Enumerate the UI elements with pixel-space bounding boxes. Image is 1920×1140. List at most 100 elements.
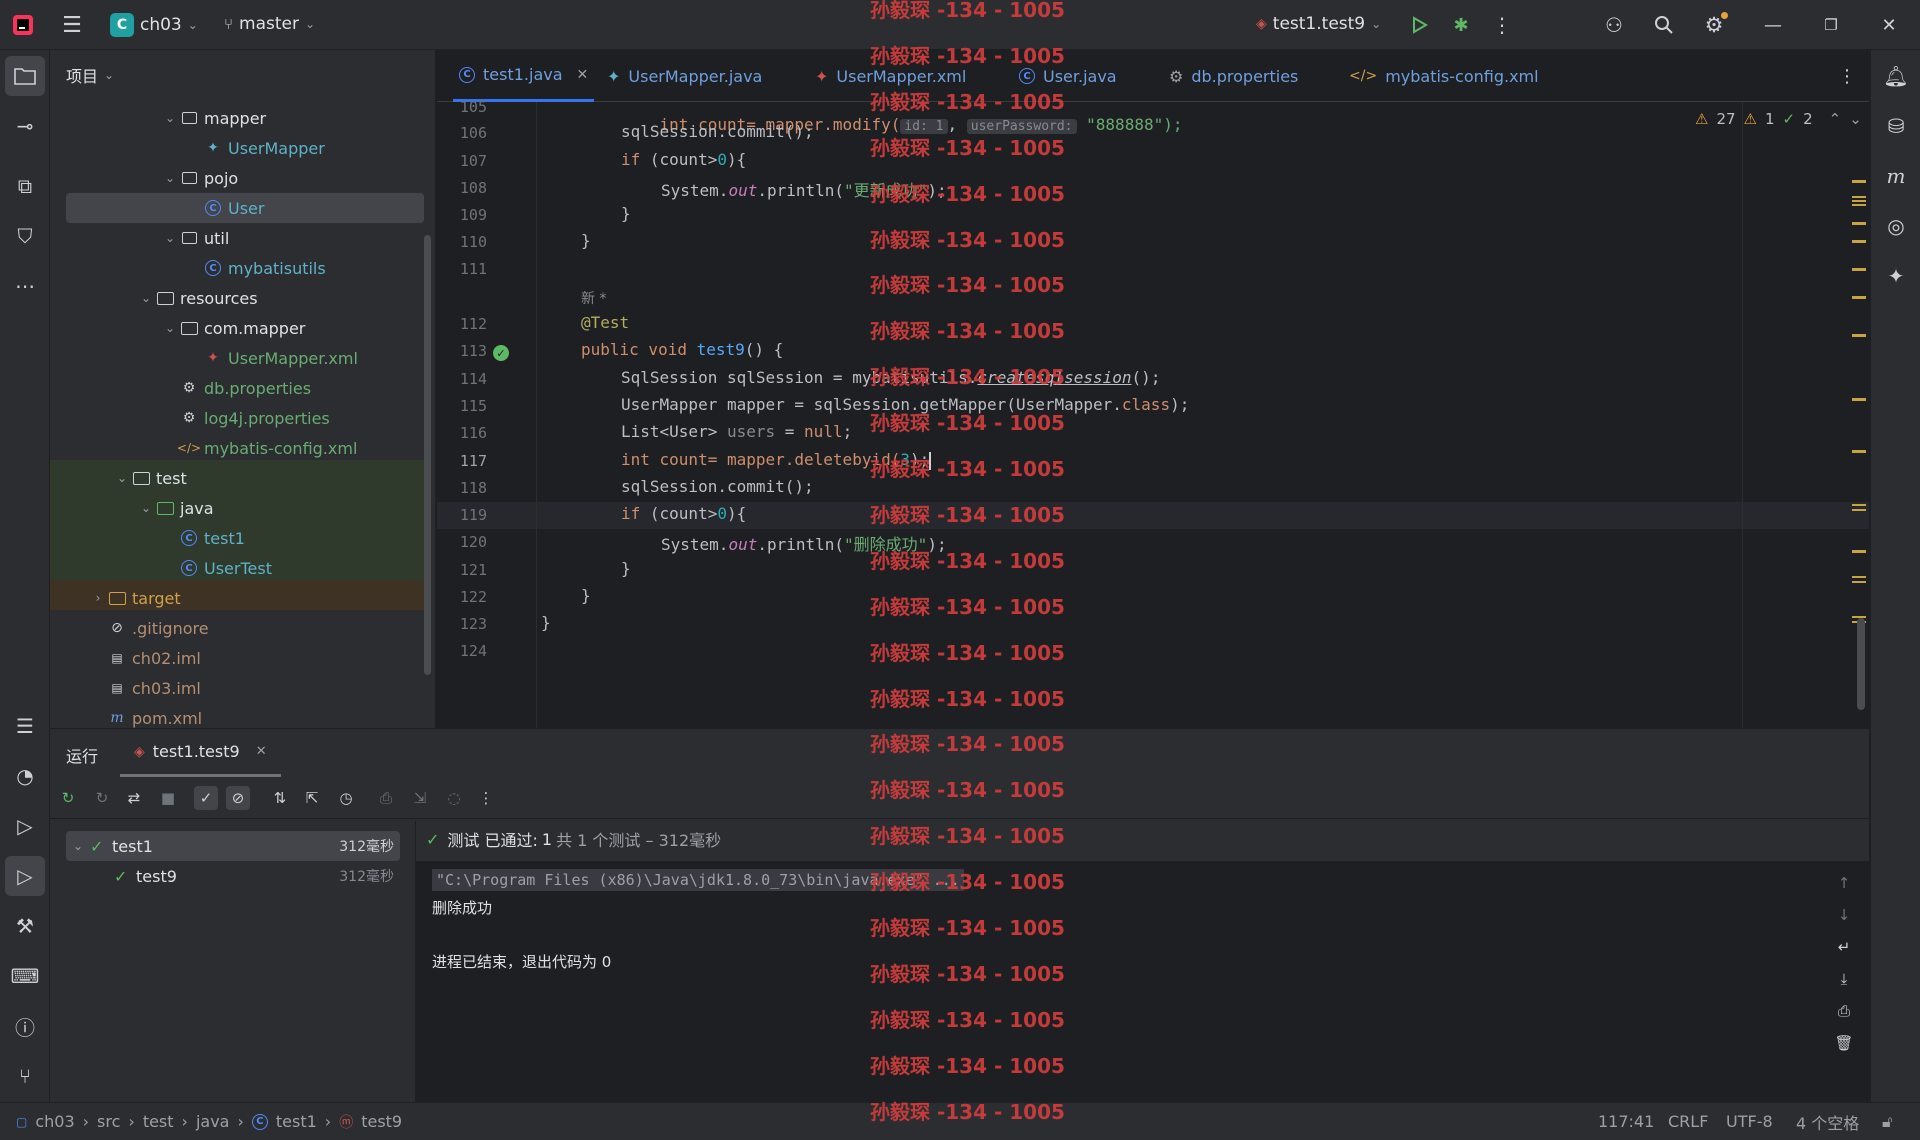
problems-icon[interactable]: ⓘ — [5, 1006, 45, 1046]
export-icon[interactable]: ⎙ — [374, 786, 398, 810]
tree-item[interactable]: ⌄ test — [50, 463, 424, 493]
close-window-button[interactable]: ✕ — [1864, 0, 1914, 50]
close-tab-icon[interactable]: ✕ — [577, 67, 589, 83]
code-line-107[interactable]: if (count>0){ — [621, 150, 746, 169]
tab-test1-java[interactable]: C test1.java ✕ — [453, 50, 595, 102]
code-line-116[interactable]: List<User> users = null; — [621, 422, 852, 441]
bookmarks-icon[interactable]: ⛉ — [5, 216, 45, 256]
show-ignored-icon[interactable]: ⊘ — [226, 786, 250, 810]
rerun-failed-icon[interactable]: ↻ — [90, 786, 114, 810]
console-output[interactable]: "C:\Program Files (x86)\Java\jdk1.8.0_73… — [416, 861, 1869, 1103]
tree-item[interactable]: ⊘ .gitignore — [50, 613, 424, 643]
code-line-123[interactable]: } — [541, 613, 551, 632]
code-line-122[interactable]: } — [581, 586, 591, 605]
tree-item[interactable]: ⌄ com.mapper — [50, 313, 424, 343]
run-icon[interactable] — [1406, 12, 1432, 38]
minimize-window-button[interactable]: — — [1748, 0, 1798, 50]
structure-icon[interactable]: ⧉ — [5, 166, 45, 206]
import-icon[interactable]: ⇲ — [408, 786, 432, 810]
restore-window-button[interactable]: ❐ — [1806, 0, 1856, 50]
maven-icon[interactable]: m — [1876, 156, 1916, 196]
tree-item[interactable]: ⚙ log4j.properties — [50, 403, 424, 433]
inspection-widget[interactable]: ⚠ 27 ⚠ 1 ✓ 2 ⌃ ⌄ — [1695, 110, 1862, 128]
main-menu-icon[interactable]: ☰ — [58, 12, 86, 38]
breadcrumb-item[interactable]: src — [97, 1112, 120, 1131]
build-hammer-icon[interactable]: ⚒ — [5, 906, 45, 946]
chevron-down-icon[interactable]: ⌄ — [162, 171, 178, 185]
chevron-down-icon[interactable]: ⌄ — [162, 231, 178, 245]
debug-icon[interactable]: ✱ — [1448, 12, 1474, 38]
soft-wrap-icon[interactable]: ↵ — [1832, 935, 1856, 959]
code-line-112[interactable]: @Test — [581, 313, 629, 332]
tree-item[interactable]: Ctest1 — [50, 523, 424, 553]
chevron-down-icon[interactable]: ⌄ — [1849, 110, 1862, 128]
tree-item[interactable]: ⚙ db.properties — [50, 373, 424, 403]
tab-mybatis-config-xml[interactable]: </> mybatis-config.xml — [1349, 50, 1539, 102]
code-line-109[interactable]: } — [621, 204, 631, 223]
tree-item[interactable]: ⌄ util — [50, 223, 424, 253]
code-line-121[interactable]: } — [621, 559, 631, 578]
tabs-more-icon[interactable]: ⋮ — [1838, 64, 1856, 88]
chevron-down-icon[interactable]: ⌄ — [162, 321, 178, 335]
breadcrumb-item[interactable]: test — [143, 1112, 174, 1131]
code-line-110[interactable]: } — [581, 231, 591, 250]
search-icon[interactable] — [1650, 12, 1678, 38]
profiler-icon[interactable]: ◔ — [5, 756, 45, 796]
run-config-selector[interactable]: ◈ test1.test9 ⌄ — [1256, 14, 1381, 34]
scroll-up-icon[interactable]: ↑ — [1832, 871, 1856, 895]
caret-position[interactable]: 117:41 — [1598, 1112, 1654, 1131]
tree-item[interactable]: ⌄ pojo — [50, 163, 424, 193]
notifications-bell-icon[interactable]: 🔔︎ — [1876, 56, 1916, 96]
todo-list-icon[interactable]: ☰ — [5, 706, 45, 746]
indent-setting[interactable]: 4 个空格 — [1796, 1110, 1859, 1134]
ide-logo-icon[interactable] — [10, 12, 36, 38]
tab-usermapper-java[interactable]: ✦ UserMapper.java — [607, 50, 762, 102]
clear-trash-icon[interactable]: 🗑︎ — [1832, 1031, 1856, 1055]
settings-gear-icon[interactable]: ⚙ — [1700, 12, 1728, 38]
test-row-test9[interactable]: ✓ test9 312毫秒 — [66, 861, 400, 891]
tree-item[interactable]: m pom.xml — [50, 703, 424, 728]
editor-scrollbar-thumb[interactable] — [1857, 618, 1865, 710]
run-tab-test1-test9[interactable]: ◈ test1.test9 ✕ — [120, 729, 281, 777]
services-icon[interactable]: ▷ — [5, 806, 45, 846]
coverage-icon[interactable]: ◌ — [442, 786, 466, 810]
chevron-down-icon[interactable]: ⌄ — [162, 111, 178, 125]
git-icon[interactable]: ⑂ — [5, 1056, 45, 1096]
line-separator[interactable]: CRLF — [1668, 1112, 1708, 1131]
project-panel-header[interactable]: 项目 ⌄ — [50, 50, 435, 100]
collapse-all-icon[interactable]: ⇱ — [300, 786, 324, 810]
add-user-icon[interactable]: ⚇ — [1600, 12, 1628, 38]
sort-icon[interactable]: ⇅ — [268, 786, 292, 810]
breadcrumb-item[interactable]: java — [196, 1112, 230, 1131]
run-test-gutter-icon[interactable]: ✓ — [493, 345, 509, 361]
test-row-test1[interactable]: ⌄ ✓ test1 312毫秒 — [66, 831, 400, 861]
tab-user-java[interactable]: C User.java — [1019, 50, 1117, 102]
branch-switcher[interactable]: ⑂ master ⌄ — [224, 14, 315, 34]
tree-item[interactable]: C UserTest — [50, 553, 424, 583]
tree-item[interactable]: C User — [66, 193, 424, 223]
code-line-120[interactable]: System.out.println("删除成功"); — [661, 531, 947, 555]
print-icon[interactable]: ⎙ — [1832, 999, 1856, 1023]
chevron-down-icon[interactable]: ⌄ — [138, 291, 154, 305]
tree-item[interactable]: Cmybatisutils — [50, 253, 424, 283]
project-switcher[interactable]: C ch03 ⌄ — [110, 13, 198, 37]
toggle-auto-test-icon[interactable]: ⇄ — [122, 786, 146, 810]
stop-icon[interactable]: ■ — [156, 786, 180, 810]
ai-assistant-icon[interactable]: ✦ — [1876, 256, 1916, 296]
breadcrumb-item[interactable]: test1 — [276, 1112, 317, 1131]
chevron-down-icon[interactable]: ⌄ — [66, 839, 90, 853]
scroll-to-end-icon[interactable]: ⤓ — [1832, 967, 1856, 991]
file-encoding[interactable]: UTF-8 — [1726, 1112, 1773, 1131]
tree-item[interactable]: ✦ UserMapper.xml — [50, 343, 424, 373]
close-tab-icon[interactable]: ✕ — [256, 744, 267, 759]
code-line-113[interactable]: public void test9() { — [581, 340, 783, 359]
scroll-down-icon[interactable]: ↓ — [1832, 903, 1856, 927]
more-actions-icon[interactable]: ⋮ — [1492, 12, 1512, 38]
more-actions-icon[interactable]: ⋮ — [474, 786, 498, 810]
more-tools-icon[interactable]: ⋯ — [5, 266, 45, 306]
history-clock-icon[interactable]: ◷ — [334, 786, 358, 810]
chevron-up-icon[interactable]: ⌃ — [1829, 110, 1842, 128]
project-folder-icon[interactable] — [5, 56, 45, 96]
run-tool-icon[interactable]: ▷ — [5, 856, 45, 896]
lock-icon[interactable]: 🔓︎ — [1882, 1112, 1892, 1132]
